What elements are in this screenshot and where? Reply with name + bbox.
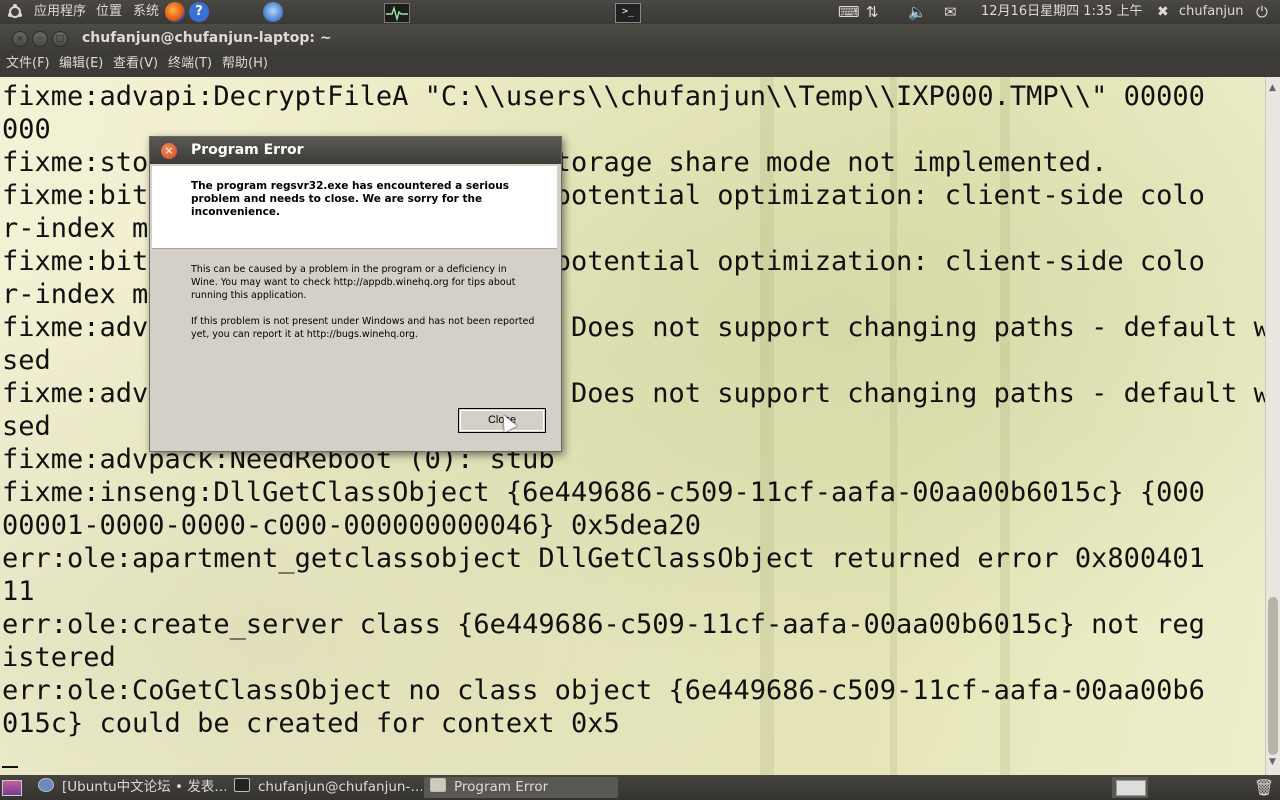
- power-icon[interactable]: ⏻: [1256, 0, 1268, 24]
- program-error-dialog: × Program Error The program regsvr32.exe…: [149, 136, 562, 452]
- terminal-line: err:ole:CoGetClassObject no class object…: [2, 675, 1205, 706]
- menu-edit[interactable]: 编辑(E): [59, 53, 103, 75]
- scroll-down-icon[interactable]: ▼: [1269, 757, 1276, 767]
- trash-icon[interactable]: 🗑: [1252, 777, 1276, 798]
- error-summary: The program regsvr32.exe has encountered…: [191, 180, 509, 218]
- web-browser-icon[interactable]: [263, 2, 283, 22]
- user-status-icon: ✖: [1157, 4, 1169, 20]
- menu-terminal[interactable]: 终端(T): [168, 53, 212, 75]
- volume-icon[interactable]: 🔈: [908, 0, 927, 24]
- dialog-header: The program regsvr32.exe has encountered…: [152, 166, 557, 249]
- scroll-up-icon[interactable]: ▲: [1269, 83, 1276, 93]
- terminal-scrollbar[interactable]: ▲ ▼: [1265, 77, 1280, 775]
- terminal-menubar: 文件(F) 编辑(E) 查看(V) 终端(T) 帮助(H): [0, 53, 1280, 77]
- terminal-cursor: [2, 766, 18, 768]
- terminal-line: fixme:inseng:DllGetClassObject {6e449686…: [2, 477, 1205, 508]
- window-minimize-icon[interactable]: –: [32, 31, 48, 47]
- window-titlebar[interactable]: × – □ chufanjun@chufanjun-laptop: ~: [0, 24, 1280, 53]
- terminal-line: istered: [2, 642, 116, 673]
- clock[interactable]: 12月16日星期四 1:35 上午: [981, 0, 1143, 24]
- help-icon[interactable]: ?: [189, 2, 209, 22]
- error-details-2: If this problem is not present under Win…: [191, 316, 535, 340]
- dialog-title: Program Error: [191, 142, 304, 158]
- places-menu[interactable]: 位置: [96, 0, 122, 24]
- mail-icon[interactable]: ✉: [944, 0, 957, 24]
- menu-help[interactable]: 帮助(H): [222, 53, 268, 75]
- top-panel: 应用程序 位置 系统 ? >_ ⌨ ⇅ 🔈 ✉ 12月16日星期四 1:35 上…: [0, 0, 1280, 24]
- error-details-1: This can be caused by a problem in the p…: [191, 264, 516, 301]
- firefox-icon[interactable]: [165, 2, 185, 22]
- browser-task-icon: [38, 778, 54, 792]
- ubuntu-logo-icon[interactable]: [6, 0, 24, 24]
- menu-view[interactable]: 查看(V): [113, 53, 158, 75]
- system-monitor-icon[interactable]: [384, 3, 410, 23]
- terminal-line: err:ole:apartment_getclassobject DllGetC…: [2, 543, 1205, 574]
- bottom-panel: [Ubuntu中文论坛 • 发表… chufanjun@chufanjun-… …: [0, 775, 1280, 800]
- taskbar-label: Program Error: [454, 779, 549, 795]
- dialog-titlebar[interactable]: × Program Error: [150, 137, 561, 164]
- taskbar-item-program-error[interactable]: Program Error: [424, 777, 618, 798]
- menu-file[interactable]: 文件(F): [6, 53, 50, 75]
- terminal-line: err:ole:create_server class {6e449686-c5…: [2, 609, 1205, 640]
- username[interactable]: chufanjun: [1179, 0, 1244, 24]
- taskbar-label: [Ubuntu中文论坛 • 发表…: [62, 779, 226, 795]
- terminal-task-icon: [234, 778, 250, 792]
- dialog-close-icon[interactable]: ×: [161, 143, 177, 159]
- workspace-switcher[interactable]: [1112, 777, 1148, 798]
- system-menu[interactable]: 系统: [133, 0, 159, 24]
- window-close-icon[interactable]: ×: [12, 31, 28, 47]
- terminal-line: 015c} could be created for context 0x5: [2, 708, 620, 739]
- applications-menu[interactable]: 应用程序: [34, 0, 86, 24]
- terminal-line: 11: [2, 576, 35, 607]
- window-task-icon: [430, 778, 446, 792]
- window-title: chufanjun@chufanjun-laptop: ~: [82, 30, 332, 46]
- terminal-launcher-icon[interactable]: >_: [615, 3, 641, 23]
- show-desktop-icon[interactable]: [0, 777, 22, 798]
- taskbar-item-terminal[interactable]: chufanjun@chufanjun-…: [228, 777, 422, 798]
- scrollbar-thumb[interactable]: [1268, 597, 1278, 755]
- taskbar-label: chufanjun@chufanjun-…: [258, 779, 422, 795]
- terminal-line: fixme:advapi:DecryptFileA "C:\\users\\ch…: [2, 81, 1205, 112]
- terminal-line: 00001-0000-0000-c000-000000000046} 0x5de…: [2, 510, 701, 541]
- network-icon[interactable]: ⇅: [866, 0, 879, 24]
- window-maximize-icon[interactable]: □: [52, 31, 68, 47]
- taskbar-item-forum[interactable]: [Ubuntu中文论坛 • 发表…: [32, 777, 226, 798]
- keyboard-icon[interactable]: ⌨: [838, 0, 860, 24]
